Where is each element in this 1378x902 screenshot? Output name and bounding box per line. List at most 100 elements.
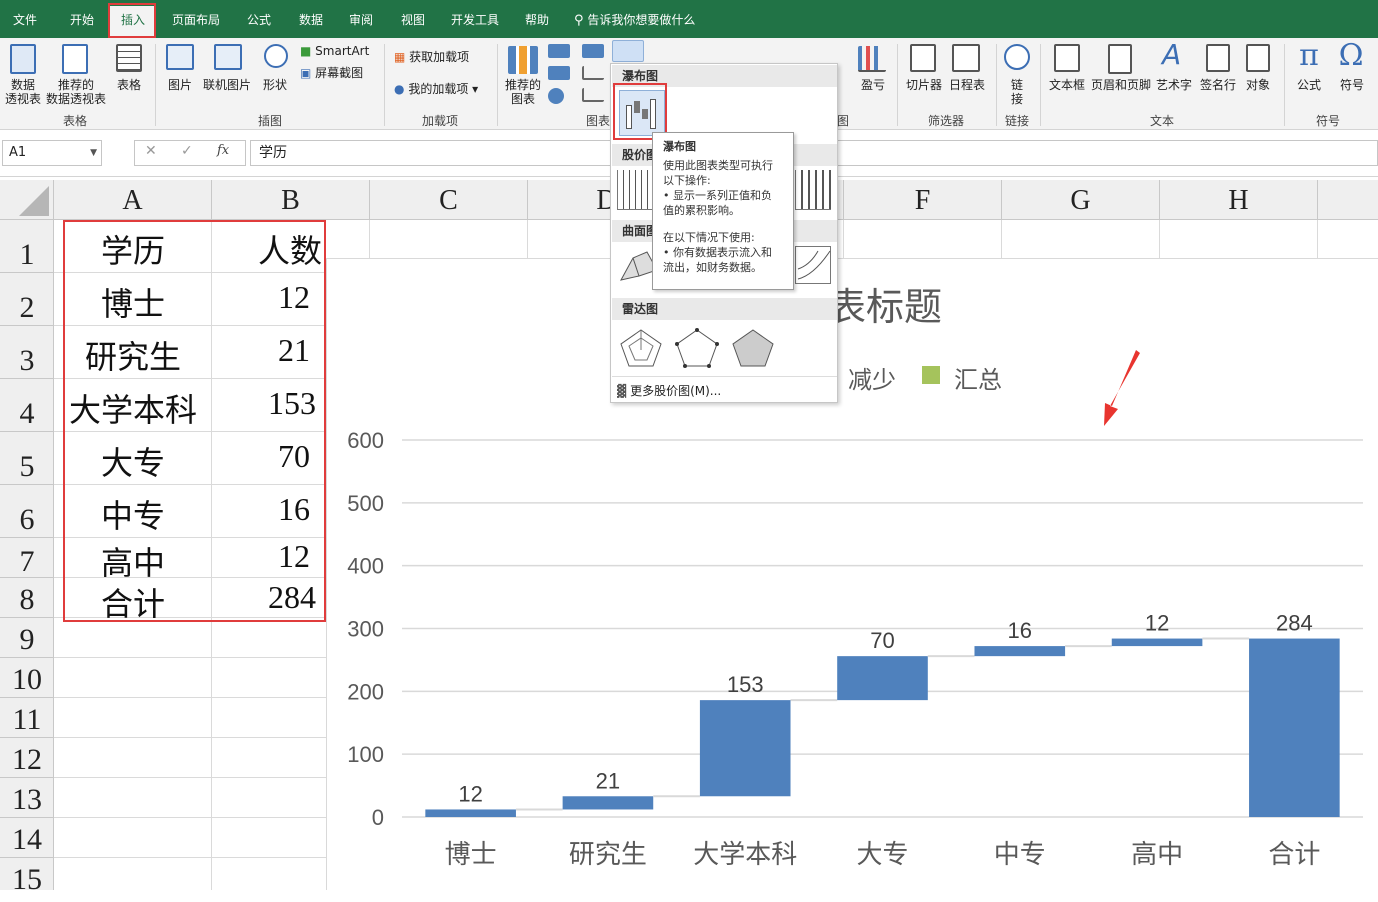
cancel-icon[interactable]: ✕	[145, 143, 157, 159]
tab-developer[interactable]: 开发工具	[442, 0, 508, 38]
row-header-12[interactable]: 12	[0, 738, 54, 778]
group-separator	[1284, 44, 1285, 126]
legend-decrease-label[interactable]: 减少	[848, 360, 896, 395]
tab-home[interactable]: 开始	[56, 0, 108, 38]
insert-tab-highlight	[108, 3, 156, 38]
equation-button[interactable]: 公式	[1292, 78, 1326, 92]
pie-chart-icon[interactable]	[548, 88, 564, 104]
legend-total-swatch	[922, 366, 940, 384]
screenshot-button[interactable]: ▣ 屏幕截图	[300, 66, 380, 80]
ribbon-tab-bar: 文件 开始 插入 页面布局 公式 数据 审阅 视图 开发工具 帮助 ⚲ 告诉我你…	[0, 0, 1378, 38]
column-header-b[interactable]: B	[212, 180, 370, 220]
header-footer-button[interactable]: 页眉和页脚	[1088, 78, 1154, 92]
column-header-h[interactable]: H	[1160, 180, 1318, 220]
pictures-button[interactable]: 图片	[160, 78, 200, 92]
stock-chart-option[interactable]	[617, 170, 655, 210]
row-header-1[interactable]: 1	[0, 220, 54, 273]
combo-chart-icon[interactable]	[582, 88, 604, 102]
row-header-6[interactable]: 6	[0, 485, 54, 538]
row-header-11[interactable]: 11	[0, 698, 54, 738]
group-separator	[1040, 44, 1041, 126]
tab-page-layout[interactable]: 页面布局	[164, 0, 228, 38]
wordart-button[interactable]: 艺术字	[1154, 78, 1194, 92]
tooltip-line: 以下操作:	[663, 174, 711, 187]
object-button[interactable]: 对象	[1240, 78, 1276, 92]
online-pictures-button[interactable]: 联机图片	[200, 78, 254, 92]
tab-help[interactable]: 帮助	[514, 0, 560, 38]
slicer-button[interactable]: 切片器	[902, 78, 946, 92]
row-header-3[interactable]: 3	[0, 326, 54, 379]
tab-view[interactable]: 视图	[390, 0, 436, 38]
stock-chart-option[interactable]	[795, 170, 831, 210]
row-header-8[interactable]: 8	[0, 578, 54, 618]
column-header-c[interactable]: C	[370, 180, 528, 220]
row-header-7[interactable]: 7	[0, 538, 54, 578]
row-header-13[interactable]: 13	[0, 778, 54, 818]
group-separator	[497, 44, 498, 126]
chart-title[interactable]: 表标题	[828, 276, 942, 331]
data-label: 12	[1145, 611, 1169, 636]
radar-chart-option[interactable]	[619, 328, 663, 368]
enter-icon[interactable]: ✓	[181, 143, 193, 159]
tooltip-line: 值的累积影响。	[663, 204, 740, 217]
x-category-label: 中专	[994, 840, 1046, 870]
filled-radar-chart-option[interactable]	[731, 328, 775, 368]
winloss-sparkline-button[interactable]: 盈亏	[856, 78, 890, 92]
tell-me-search[interactable]: ⚲ 告诉我你想要做什么	[574, 0, 724, 38]
group-label-filters: 筛选器	[927, 114, 964, 128]
contour-chart-option[interactable]	[795, 246, 831, 284]
textbox-button[interactable]: 文本框	[1046, 78, 1088, 92]
row-header-5[interactable]: 5	[0, 432, 54, 485]
tab-formulas[interactable]: 公式	[236, 0, 282, 38]
insert-function-icon[interactable]: fx	[217, 143, 229, 158]
select-all-corner[interactable]	[0, 180, 54, 220]
get-addins-button[interactable]: ▦ 获取加载项	[394, 50, 484, 64]
recommended-pivot-button[interactable]: 推荐的 数据透视表	[44, 78, 108, 106]
scatter-chart-icon[interactable]	[582, 66, 604, 80]
x-category-label: 合计	[1268, 840, 1320, 870]
column-header-a[interactable]: A	[54, 180, 212, 220]
row-header-4[interactable]: 4	[0, 379, 54, 432]
data-label: 70	[870, 628, 894, 653]
row-header-9[interactable]: 9	[0, 618, 54, 658]
waterfall-tooltip: 瀑布图 使用此图表类型可执行 以下操作: • 显示一系列正值和负 值的累积影响。…	[652, 132, 794, 290]
radar-section-header: 雷达图	[612, 298, 837, 320]
column-header-f[interactable]: F	[844, 180, 1002, 220]
group-label-symbols: 符号	[1315, 114, 1340, 128]
chart-area[interactable]: 0 100 200 300 400 500 600 12 博士 21 研究生 153 大学本科 70 大专 1…	[326, 258, 1378, 890]
divider	[612, 376, 837, 377]
pivot-table-button[interactable]: 数据 透视表	[0, 78, 46, 106]
recommended-charts-button[interactable]: 推荐的 图表	[500, 78, 546, 106]
legend-total-label[interactable]: 汇总	[954, 360, 1002, 395]
waterfall-chart[interactable]: 0 100 200 300 400 500 600 12 博士 21 研究生 153 大学本科 70 大专 1…	[327, 259, 1378, 891]
signature-line-button[interactable]: 签名行	[1196, 78, 1240, 92]
data-range-highlight	[63, 220, 326, 622]
tab-file[interactable]: 文件	[0, 0, 50, 38]
waterfall-bar	[699, 700, 791, 797]
timeline-button[interactable]: 日程表	[946, 78, 988, 92]
group-label-tables: 表格	[62, 114, 87, 128]
smartart-button[interactable]: ■ SmartArt	[300, 44, 372, 58]
row-header-14[interactable]: 14	[0, 818, 54, 858]
shapes-button[interactable]: 形状	[256, 78, 294, 92]
bar-chart-icon[interactable]	[582, 44, 604, 58]
name-box[interactable]: A1 ▼	[2, 140, 102, 166]
screenshot-icon: ▣	[300, 66, 312, 80]
tab-data[interactable]: 数据	[288, 0, 334, 38]
my-addins-button[interactable]: ● 我的加载项 ▾	[394, 82, 490, 96]
column-header-g[interactable]: G	[1002, 180, 1160, 220]
gridline	[54, 817, 326, 818]
row-header-15[interactable]: 15	[0, 858, 54, 896]
table-button[interactable]: 表格	[110, 78, 148, 92]
tab-review[interactable]: 审阅	[338, 0, 384, 38]
column-chart-icon[interactable]	[548, 44, 570, 58]
data-label: 12	[458, 781, 482, 806]
more-stock-charts-link[interactable]: ▓ 更多股价图(M)...	[617, 382, 827, 400]
line-chart-icon[interactable]	[548, 66, 570, 80]
radar-markers-chart-option[interactable]	[675, 328, 719, 368]
symbol-button[interactable]: 符号	[1334, 78, 1370, 92]
waterfall-chart-dropdown-button[interactable]	[612, 40, 644, 62]
row-header-10[interactable]: 10	[0, 658, 54, 698]
row-header-2[interactable]: 2	[0, 273, 54, 326]
link-button[interactable]: 链接	[1004, 78, 1030, 106]
